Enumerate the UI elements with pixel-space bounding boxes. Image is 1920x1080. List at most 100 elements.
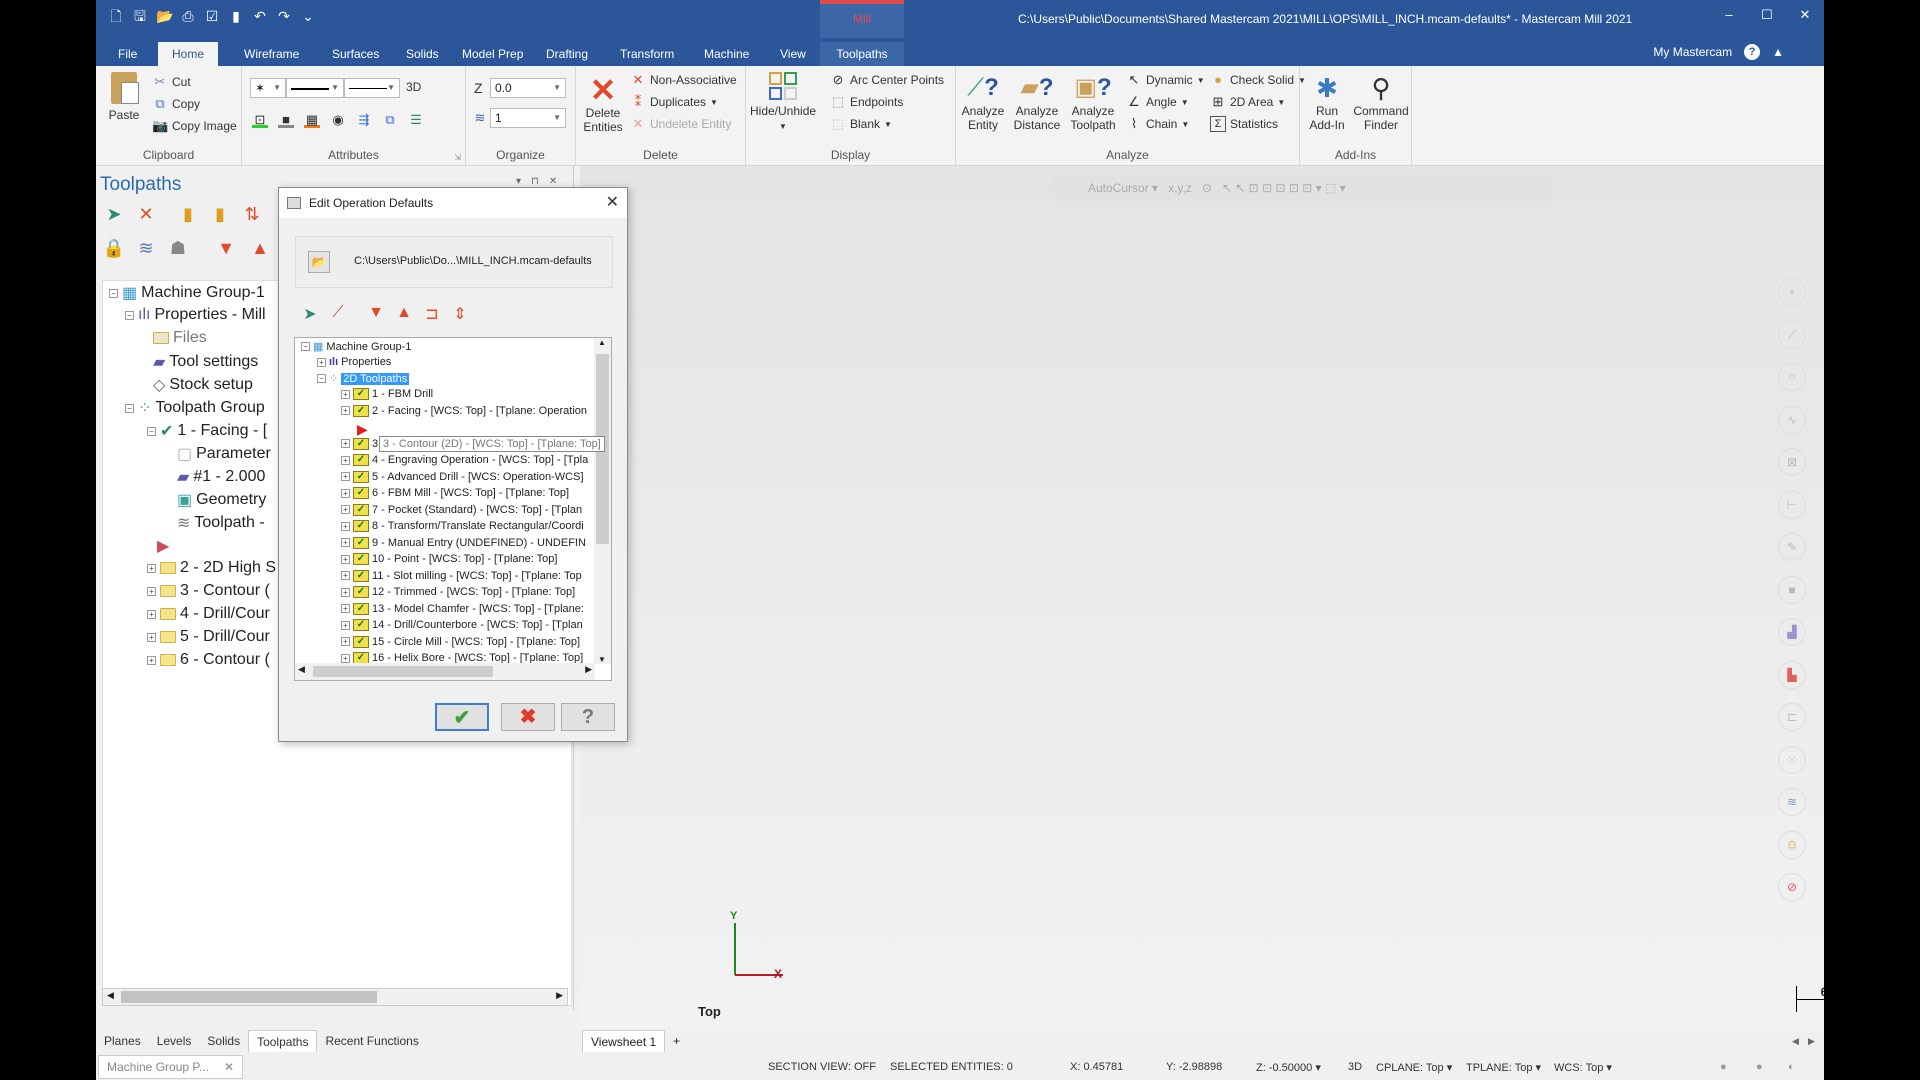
operation-node[interactable]: + ✓ 7 - Pocket (Standard) - [WCS: Top] - [… [341, 503, 582, 516]
level-input[interactable]: 1 ▼ [490, 108, 566, 128]
analyze-toolpath-button[interactable]: ▣? Analyze Toolpath [1066, 72, 1120, 132]
tab-wireframe[interactable]: Wireframe [230, 42, 313, 66]
wireframe-display-icon[interactable]: ● [1756, 1061, 1763, 1073]
redo-icon[interactable]: ↷ [276, 8, 292, 24]
panel-close-icon[interactable]: ✕ [549, 176, 557, 187]
command-finder-button[interactable]: ⚲ Command Finder [1352, 72, 1410, 132]
chain-button[interactable]: ⌇ Chain ▼ [1126, 116, 1189, 132]
arc-mask-icon[interactable]: ○ [1778, 363, 1806, 391]
tree-node[interactable]: +5 - Drill/Cour [147, 628, 270, 646]
3d-mode-toggle[interactable]: 3D [406, 80, 421, 94]
open-icon[interactable]: 📂 [156, 8, 173, 24]
collapse-ribbon-icon[interactable]: ▲ [1772, 45, 1784, 59]
tree-node[interactable]: − ⁘ 2D Toolpaths [317, 372, 410, 385]
tab-file[interactable]: File [104, 42, 151, 66]
horizontal-scrollbar[interactable]: ◀ ▶ [295, 663, 595, 680]
tab-model-prep[interactable]: Model Prep [448, 42, 537, 66]
maximize-button[interactable]: ☐ [1748, 0, 1786, 30]
viewsheet-nav-right-icon[interactable]: ▶ [1808, 1036, 1815, 1047]
tree-node[interactable]: +6 - Contour ( [147, 651, 270, 669]
autocursor-dropdown[interactable]: AutoCursor [1088, 181, 1149, 195]
add-viewsheet-button[interactable]: + [665, 1030, 688, 1052]
settings-mask-icon[interactable]: ⚙ [1778, 830, 1806, 859]
translucency-icon[interactable]: ◐ [1788, 1061, 1795, 1073]
tree-node[interactable]: +2 - 2D High S [147, 559, 276, 577]
2d-area-button[interactable]: ⊞ 2D Area ▼ [1210, 94, 1286, 110]
point-style-select[interactable]: ✶ ▼ [250, 78, 286, 98]
cancel-button[interactable]: ✖ [501, 703, 555, 731]
tree-node[interactable]: Files [153, 329, 207, 347]
toggle-display-icon[interactable]: ≋ [134, 236, 158, 260]
operation-node[interactable]: + ✓ 11 - Slot milling - [WCS: Top] - [Tpla… [341, 569, 582, 582]
tree-node[interactable]: − ▦ Machine Group-1 [301, 340, 411, 353]
3d-mode-status[interactable]: 3D [1348, 1061, 1362, 1073]
tree-node[interactable]: ▣ Geometry [177, 490, 266, 510]
insert-after-icon[interactable]: ⊐ [421, 304, 443, 324]
clear-mask-icon[interactable]: ⊘ [1778, 873, 1806, 901]
print-icon[interactable]: ⎙ [180, 8, 196, 24]
my-mastercam-link[interactable]: My Mastercam [1653, 45, 1732, 59]
operation-node[interactable]: + ✓ 8 - Transform/Translate Rectangular/Co… [341, 520, 584, 532]
tree-node[interactable]: ▢ Parameter [177, 444, 271, 464]
surface-color-icon[interactable]: ▦ [304, 112, 320, 128]
deselect-operations-icon[interactable]: ✕ [134, 202, 158, 226]
operation-node[interactable]: + ✓ 1 - FBM Drill [341, 388, 433, 400]
operation-node[interactable]: + ✓ 9 - Manual Entry (UNDEFINED) - UNDEFIN [341, 536, 586, 549]
insert-arrow-icon[interactable]: ▶ [157, 536, 169, 556]
tree-node[interactable]: − ✔ 1 - Facing - [ [147, 421, 267, 441]
arc-center-points-button[interactable]: ⊘ Arc Center Points [830, 72, 945, 88]
section-view-status[interactable]: SECTION VIEW: OFF [768, 1061, 876, 1073]
transfer-icon[interactable]: ⧉ [382, 112, 398, 128]
merge-icon[interactable]: ▮ [228, 8, 244, 24]
set-attributes-icon[interactable]: ⇶ [356, 112, 372, 128]
customize-icon[interactable]: ⌄ [300, 8, 316, 24]
surface-mask-icon[interactable]: ⊠ [1778, 448, 1806, 476]
toggle-icon[interactable]: ⇅ [240, 202, 264, 226]
panel-dropdown-icon[interactable]: ▾ [516, 176, 521, 187]
tree-node[interactable]: +3 - Contour ( [147, 582, 270, 600]
move-up-icon[interactable]: ▲ [393, 304, 415, 322]
angle-button[interactable]: ∠ Angle ▼ [1126, 94, 1188, 110]
operation-node[interactable]: + ✓ 4 - Engraving Operation - [WCS: Top] -… [341, 454, 588, 466]
dialog-close-button[interactable]: ✕ [606, 188, 619, 218]
tab-levels[interactable]: Levels [149, 1030, 200, 1052]
material-icon[interactable]: ◉ [330, 112, 346, 128]
run-add-in-button[interactable]: ✱ Run Add-In [1304, 72, 1350, 132]
tree-node[interactable]: +4 - Drill/Cour [147, 605, 270, 623]
save-as-icon[interactable]: ☑ [204, 8, 220, 24]
tree-node[interactable]: ▰ Tool settings [153, 352, 258, 372]
operation-node[interactable]: + ✓ 15 - Circle Mill - [WCS: Top] - [Tplan… [341, 635, 580, 648]
operation-node[interactable]: + ✓ 5 - Advanced Drill - [WCS: Operation-W… [341, 470, 584, 483]
tab-solids[interactable]: Solids [199, 1030, 248, 1052]
paste-button[interactable]: Paste [104, 72, 144, 122]
duplicates-button[interactable]: ⁑ Duplicates ▼ [630, 94, 718, 110]
tab-transform[interactable]: Transform [606, 42, 688, 66]
tab-recent-functions[interactable]: Recent Functions [317, 1030, 426, 1052]
tab-machine[interactable]: Machine [690, 42, 763, 66]
dialog-title-bar[interactable]: Edit Operation Defaults ✕ [279, 188, 627, 218]
panel-pin-icon[interactable]: ⊓ [531, 176, 539, 187]
lock-icon[interactable]: 🔒 [102, 236, 126, 260]
non-associative-button[interactable]: ✕ Non-Associative [630, 72, 737, 88]
group-mask-icon[interactable]: ⊏ [1778, 703, 1806, 731]
line-mask-icon[interactable]: ⟋ [1778, 320, 1806, 349]
tree-node[interactable]: − ▦ Machine Group-1 [109, 283, 265, 303]
move-up-icon[interactable]: ▲ [248, 236, 272, 260]
statistics-button[interactable]: Σ Statistics [1210, 116, 1278, 132]
cplane-status[interactable]: CPLANE: Top ▾ [1376, 1061, 1452, 1074]
help-icon[interactable]: ? [1744, 44, 1761, 60]
move-insert-arrow-icon[interactable]: ⇕ [449, 304, 471, 324]
delete-entities-button[interactable]: ✕ Delete Entities [580, 74, 626, 134]
check-solid-button[interactable]: ● Check Solid ▼ [1210, 72, 1306, 88]
result-mask-icon[interactable]: ▙ [1778, 660, 1806, 689]
undo-icon[interactable]: ↶ [252, 8, 268, 24]
operation-node[interactable]: + ✓ 2 - Facing - [WCS: Top] - [Tplane: Ope… [341, 404, 587, 417]
attributes-launcher-icon[interactable]: ⇲ [454, 153, 461, 162]
select-all-icon[interactable]: ➤ [299, 304, 321, 324]
ok-button[interactable]: ✔ [435, 703, 489, 731]
color-mask-icon[interactable]: ▟ [1778, 618, 1806, 646]
save-icon[interactable]: 🖫 [132, 8, 148, 24]
shaded-icon[interactable]: ● [1720, 1061, 1727, 1073]
z-depth-input[interactable]: 0.0 ▼ [490, 78, 566, 98]
tree-node[interactable]: − ⁘ Toolpath Group [125, 398, 265, 418]
